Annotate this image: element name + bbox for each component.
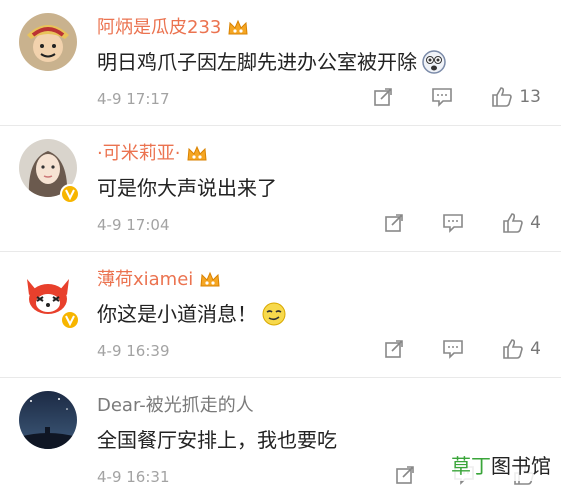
username[interactable]: 薄荷xiamei bbox=[97, 268, 193, 292]
comment-item: ·可米莉亚· 可是你大声说出来了 4-9 17:04 4 bbox=[0, 126, 561, 252]
comment-text: 明日鸡爪子因左脚先进办公室被开除 bbox=[97, 50, 417, 74]
vip-crown-icon bbox=[199, 270, 221, 290]
timestamp: 4-9 16:39 bbox=[97, 342, 170, 360]
comment-text: 可是你大声说出来了 bbox=[97, 176, 277, 200]
comment-icon bbox=[443, 214, 463, 233]
share-icon bbox=[374, 88, 393, 106]
comment-item: 薄荷xiamei 你这是小道消息！ 4-9 16:39 4 bbox=[0, 252, 561, 378]
comment-button[interactable] bbox=[431, 87, 453, 107]
watermark-text-black: 图书馆 bbox=[491, 454, 551, 478]
share-button[interactable] bbox=[384, 213, 404, 233]
thumbs-up-icon bbox=[503, 213, 523, 233]
share-icon bbox=[396, 466, 414, 484]
like-count: 4 bbox=[530, 213, 541, 233]
avatar[interactable] bbox=[19, 391, 77, 449]
like-count: 13 bbox=[519, 87, 541, 107]
thumbs-up-icon bbox=[492, 87, 513, 107]
share-icon bbox=[385, 340, 403, 358]
username[interactable]: 阿炳是瓜皮233 bbox=[97, 16, 221, 40]
comment-button[interactable] bbox=[442, 213, 464, 233]
verified-badge-icon bbox=[60, 310, 80, 330]
share-icon bbox=[385, 214, 403, 232]
username[interactable]: ·可米莉亚· bbox=[97, 142, 180, 166]
like-button[interactable]: 4 bbox=[502, 338, 541, 360]
comment-item: 阿炳是瓜皮233 明日鸡爪子因左脚先进办公室被开除 4-9 17:17 13 bbox=[0, 0, 561, 126]
like-count: 4 bbox=[530, 339, 541, 359]
vip-crown-icon bbox=[227, 18, 249, 38]
comment-button[interactable] bbox=[442, 339, 464, 359]
like-button[interactable]: 4 bbox=[502, 212, 541, 234]
comment-text: 全国餐厅安排上，我也要吃 bbox=[97, 428, 337, 452]
share-button[interactable] bbox=[395, 465, 415, 485]
timestamp: 4-9 17:04 bbox=[97, 216, 170, 234]
site-watermark: 草丁 图书馆 bbox=[447, 448, 555, 481]
comment-text: 你这是小道消息！ bbox=[97, 302, 257, 326]
username[interactable]: Dear-被光抓走的人 bbox=[97, 394, 254, 418]
comment-icon bbox=[443, 340, 463, 359]
watermark-text-green: 草丁 bbox=[451, 454, 491, 478]
smirk-face-icon bbox=[261, 301, 287, 327]
timestamp: 4-9 17:17 bbox=[97, 90, 170, 108]
like-button[interactable]: 13 bbox=[491, 86, 541, 108]
avatar[interactable] bbox=[19, 13, 77, 71]
comment-list: 阿炳是瓜皮233 明日鸡爪子因左脚先进办公室被开除 4-9 17:17 13 ·… bbox=[0, 0, 561, 503]
timestamp: 4-9 16:31 bbox=[97, 468, 170, 486]
share-button[interactable] bbox=[384, 339, 404, 359]
verified-badge-icon bbox=[60, 184, 80, 204]
vip-crown-icon bbox=[186, 144, 208, 164]
comment-item: Dear-被光抓走的人 全国餐厅安排上，我也要吃 4-9 16:31 bbox=[0, 378, 561, 503]
scared-face-icon bbox=[421, 49, 447, 75]
thumbs-up-icon bbox=[503, 339, 523, 359]
share-button[interactable] bbox=[373, 87, 393, 107]
comment-icon bbox=[432, 88, 453, 107]
